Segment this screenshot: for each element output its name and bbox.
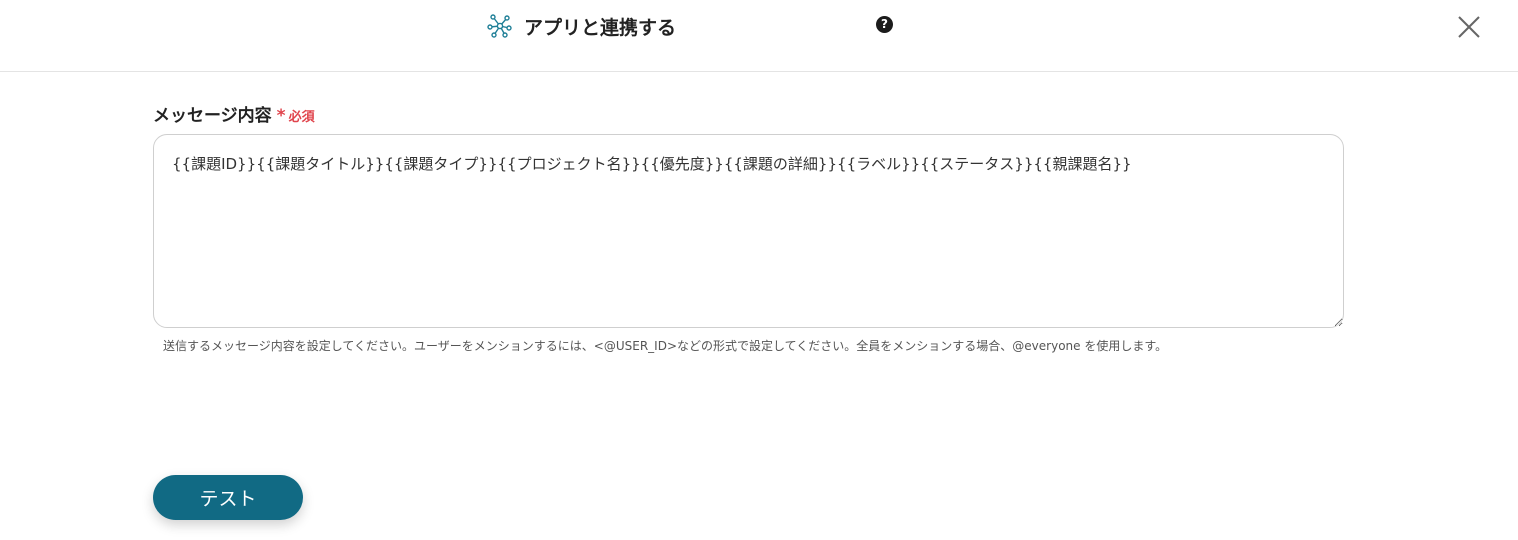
modal-header: アプリと連携する ? [0,0,1518,72]
modal-title: アプリと連携する [524,16,677,39]
question-circle-icon[interactable]: ? [876,16,893,33]
message-field-label-row: メッセージ内容 * 必須 [153,101,315,126]
test-button[interactable]: テスト [153,475,303,520]
message-helper-text: 送信するメッセージ内容を設定してください。ユーザーをメンションするには、<@US… [163,339,1168,353]
network-nodes-icon [487,14,512,38]
modal-title-group: アプリと連携する [487,12,676,40]
close-icon[interactable] [1456,14,1482,40]
message-textarea[interactable]: {{課題ID}}{{課題タイトル}}{{課題タイプ}}{{プロジェクト名}}{{… [153,134,1344,328]
required-badge: 必須 [288,110,315,125]
message-field-label: メッセージ内容 [153,106,272,126]
required-asterisk: * [276,106,286,126]
